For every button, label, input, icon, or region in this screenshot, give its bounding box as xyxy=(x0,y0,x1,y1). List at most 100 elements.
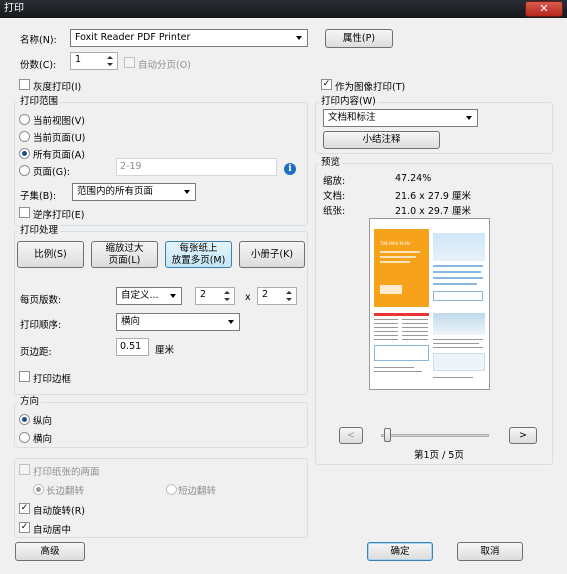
window-title: 打印 xyxy=(4,3,24,14)
auto-center-checkbox[interactable]: ✓ xyxy=(19,522,30,533)
thumb-line xyxy=(402,339,428,340)
margin-unit: 厘米 xyxy=(155,345,175,356)
pages-radio[interactable] xyxy=(19,165,30,176)
thumb-line xyxy=(433,277,483,279)
print-what-select[interactable]: 文档和标注 xyxy=(323,109,478,127)
spin-up-icon[interactable] xyxy=(221,289,233,296)
spin-up-icon[interactable] xyxy=(283,289,295,296)
multiple-pages-mode-button[interactable]: 每张纸上 放置多页(M) xyxy=(165,241,232,268)
zoom-label: 缩放: xyxy=(323,176,346,187)
page-slider[interactable] xyxy=(381,434,489,437)
summarize-comments-label: 小结注释 xyxy=(362,134,401,145)
booklet-mode-button[interactable]: 小册子(K) xyxy=(239,241,305,268)
printer-select[interactable]: Foxit Reader PDF Printer xyxy=(70,29,308,47)
landscape-radio[interactable] xyxy=(19,432,30,443)
print-border-checkbox[interactable] xyxy=(19,371,30,382)
copies-spinner[interactable]: 1 xyxy=(70,52,118,70)
document-size-value: 21.6 x 27.9 厘米 xyxy=(395,191,471,202)
thumb-logo xyxy=(380,285,402,294)
multi-mode-label-1: 每张纸上 xyxy=(179,243,218,254)
chevron-down-icon xyxy=(170,294,176,298)
spin-down-icon[interactable] xyxy=(104,61,116,68)
margin-input-value: 0.51 xyxy=(120,341,142,352)
thumb-line xyxy=(374,327,398,328)
reverse-label: 逆序打印(E) xyxy=(33,210,85,221)
print-handling-title: 打印处理 xyxy=(18,225,61,237)
spin-down-icon[interactable] xyxy=(221,296,233,303)
summarize-comments-button[interactable]: 小结注释 xyxy=(323,131,440,149)
all-pages-radio[interactable] xyxy=(19,148,30,159)
auto-rotate-checkbox[interactable]: ✓ xyxy=(19,503,30,514)
info-icon[interactable]: i xyxy=(284,163,296,175)
reverse-checkbox[interactable] xyxy=(19,207,30,218)
thumb-line xyxy=(402,323,428,324)
short-edge-radio[interactable] xyxy=(166,484,177,495)
print-as-image-checkbox[interactable]: ✓ xyxy=(321,79,332,90)
spin-down-icon[interactable] xyxy=(283,296,295,303)
margin-input[interactable]: 0.51 xyxy=(116,338,149,356)
zoom-value: 47.24% xyxy=(395,173,432,184)
close-button[interactable]: ✕ xyxy=(525,1,563,17)
thumb-line xyxy=(402,331,428,332)
spin-up-icon[interactable] xyxy=(104,54,116,61)
thumb-line xyxy=(374,371,422,372)
print-what-value: 文档和标注 xyxy=(328,112,376,123)
auto-rotate-label: 自动旋转(R) xyxy=(33,506,86,517)
subset-label: 子集(B): xyxy=(20,191,57,202)
chevron-left-icon: < xyxy=(347,430,355,441)
document-size-label: 文档: xyxy=(323,191,346,202)
pages-input[interactable]: 2-19 xyxy=(116,158,277,176)
fit-mode-button[interactable]: 缩放过大 页面(L) xyxy=(91,241,158,268)
pages-label: 页面(G): xyxy=(33,167,70,178)
columns-spinner[interactable]: 2 xyxy=(195,287,235,305)
thumb-line xyxy=(380,256,416,258)
rows-value: 2 xyxy=(262,289,269,300)
current-page-radio[interactable] xyxy=(19,131,30,142)
copies-value: 1 xyxy=(75,54,82,65)
printer-name-label: 名称(N): xyxy=(20,35,57,46)
thumb-line xyxy=(374,319,398,320)
thumb-line xyxy=(374,339,398,340)
thumb-line xyxy=(433,343,479,344)
cancel-button[interactable]: 取消 xyxy=(457,542,523,561)
all-pages-label: 所有页面(A) xyxy=(33,150,85,161)
title-bar: 打印 xyxy=(0,0,567,18)
thumb-box xyxy=(374,345,429,361)
columns-value: 2 xyxy=(200,289,207,300)
chevron-down-icon xyxy=(228,320,234,324)
thumb-line xyxy=(402,335,428,336)
advanced-button[interactable]: 高级 xyxy=(15,542,85,561)
thumb-cover-title: THE MAX PLAN xyxy=(380,241,410,246)
next-page-button[interactable]: > xyxy=(509,427,537,444)
scale-mode-button[interactable]: 比例(S) xyxy=(17,241,84,268)
pages-per-sheet-select[interactable]: 自定义... xyxy=(116,287,182,305)
times-label: x xyxy=(245,292,251,303)
rows-spinner[interactable]: 2 xyxy=(257,287,297,305)
long-edge-radio[interactable] xyxy=(33,484,44,495)
preview-title: 预览 xyxy=(319,157,343,169)
multi-mode-label-2: 放置多页(M) xyxy=(171,255,226,266)
page-slider-thumb[interactable] xyxy=(384,428,391,442)
thumb-box xyxy=(433,353,485,371)
previous-page-button[interactable]: < xyxy=(339,427,363,444)
thumb-cover: THE MAX PLAN xyxy=(374,229,429,307)
advanced-button-label: 高级 xyxy=(40,546,60,557)
collate-checkbox[interactable] xyxy=(124,57,135,68)
both-sides-checkbox[interactable] xyxy=(19,464,30,475)
current-view-radio[interactable] xyxy=(19,114,30,125)
chevron-down-icon xyxy=(466,116,472,120)
thumb-line xyxy=(433,339,483,340)
ok-button[interactable]: 确定 xyxy=(367,542,433,561)
grayscale-label: 灰度打印(I) xyxy=(33,82,82,93)
portrait-label: 纵向 xyxy=(33,416,53,427)
thumb-line xyxy=(374,323,398,324)
close-icon: ✕ xyxy=(539,2,549,15)
properties-button[interactable]: 属性(P) xyxy=(325,29,393,48)
subset-select[interactable]: 范围内的所有页面 xyxy=(72,183,196,201)
portrait-radio[interactable] xyxy=(19,414,30,425)
thumb-line xyxy=(433,377,473,378)
short-edge-label: 短边翻转 xyxy=(178,486,217,497)
grayscale-checkbox[interactable] xyxy=(19,79,30,90)
thumb-line xyxy=(374,331,398,332)
page-order-select[interactable]: 横向 xyxy=(116,313,240,331)
